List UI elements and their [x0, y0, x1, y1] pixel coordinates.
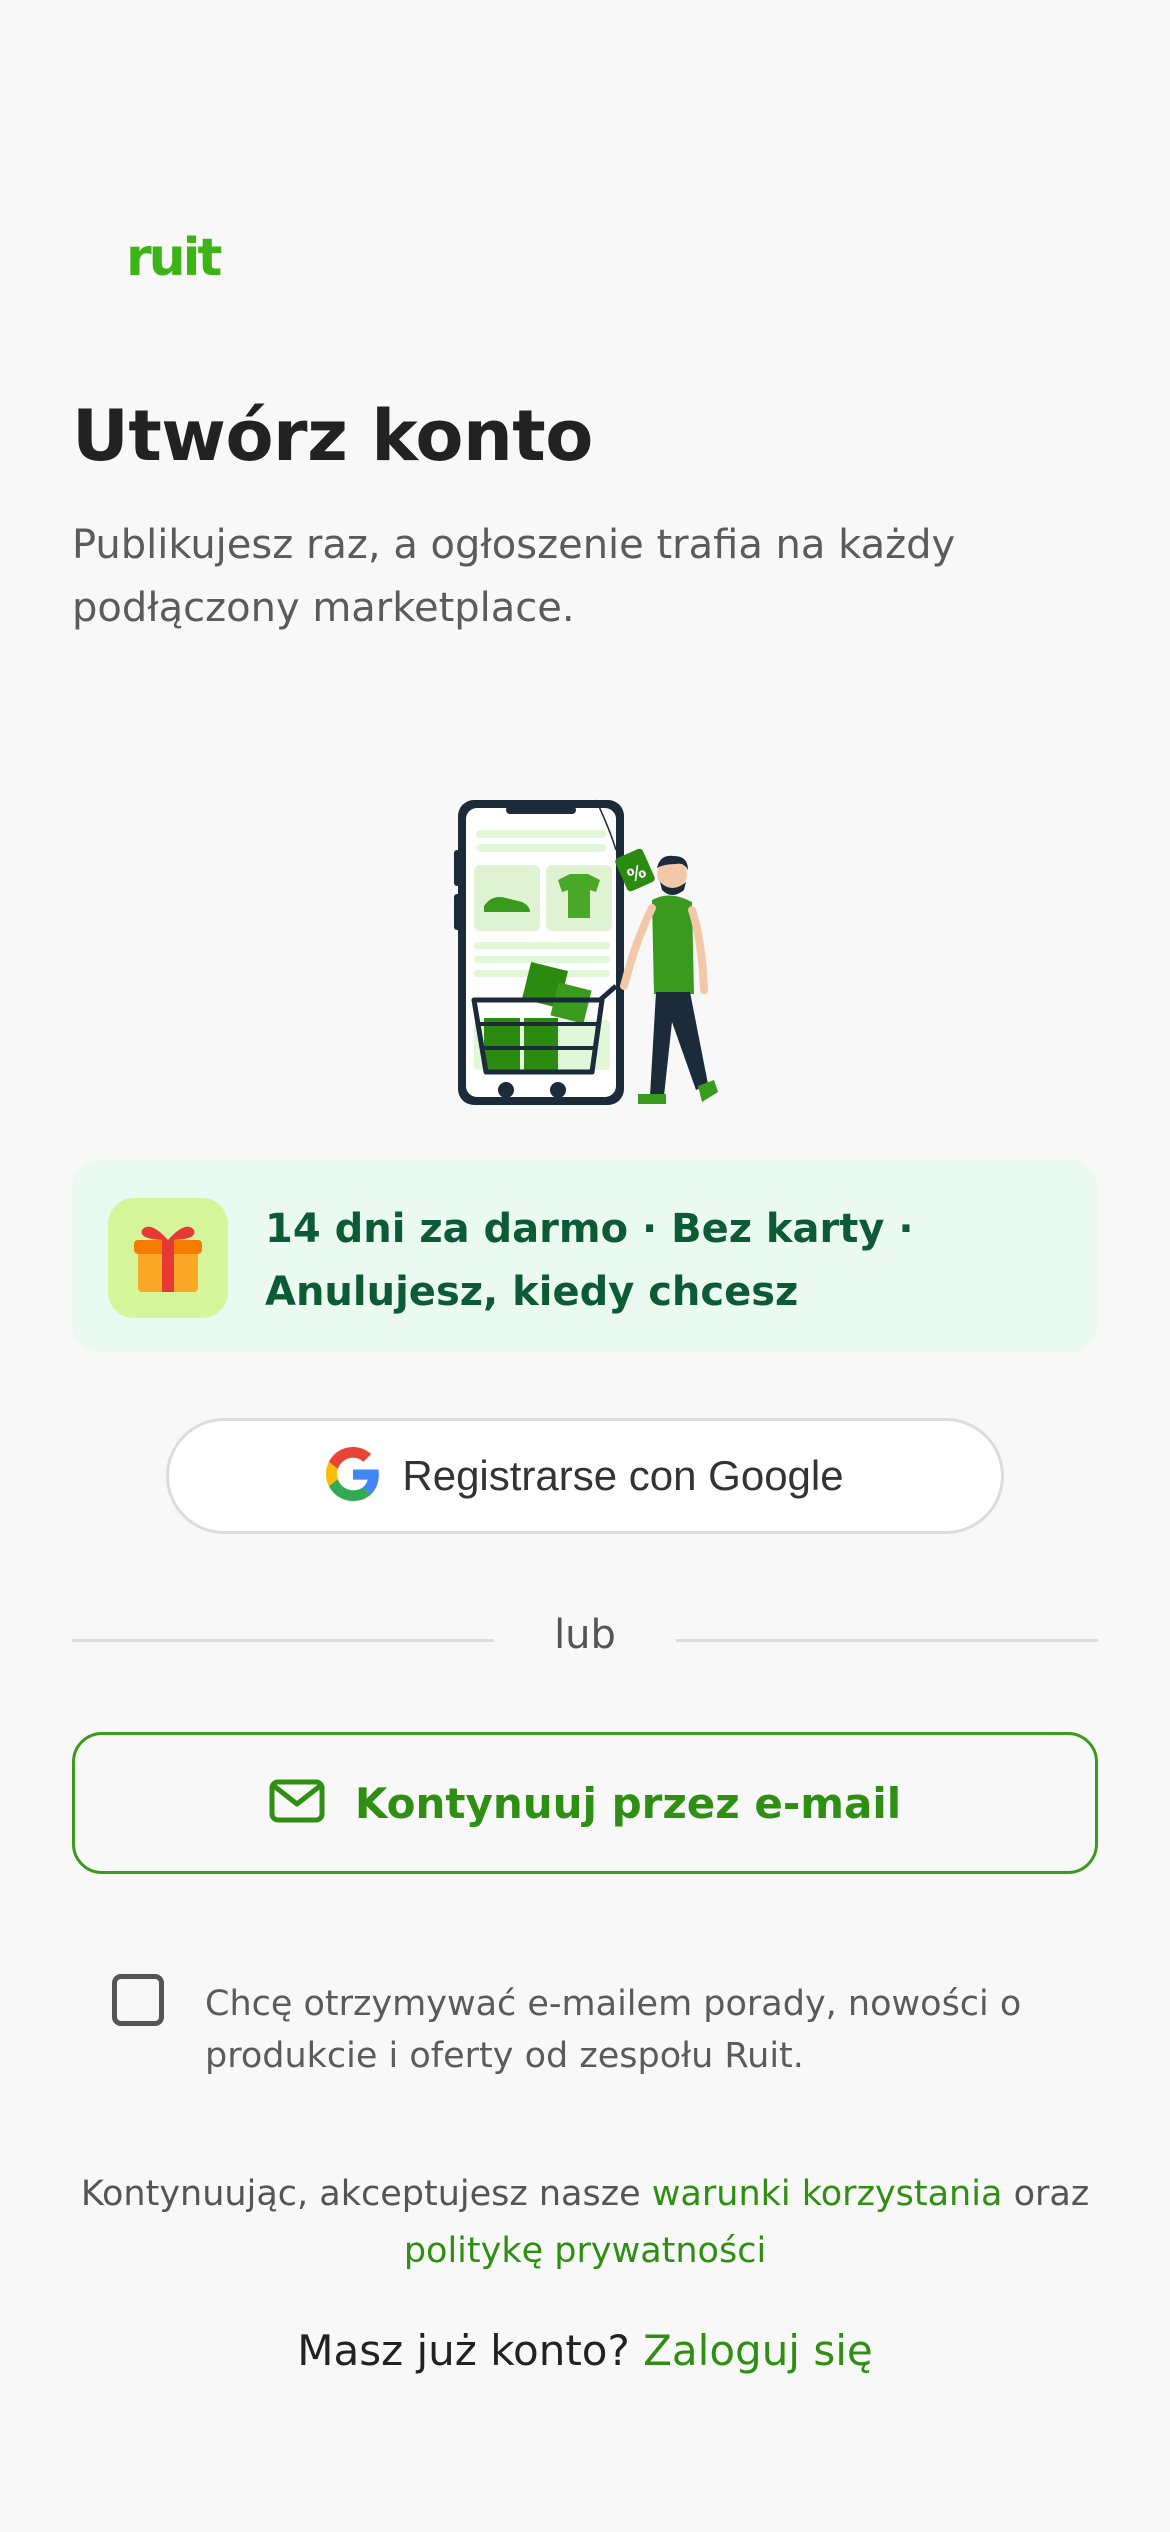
signup-page: ruit Utwórz konto Publikujesz raz, a ogł…	[0, 0, 1170, 2532]
divider-line-right	[676, 1639, 1098, 1642]
login-prompt-row: Masz już konto? Zaloguj się	[60, 2326, 1110, 2375]
newsletter-consent-text: Chcę otrzymywać e-mailem porady, nowości…	[205, 1984, 1022, 2076]
google-signup-label: Registrarse con Google	[402, 1452, 844, 1499]
promo-line-2: Anulujesz, kiedy chcesz	[265, 1269, 799, 1315]
login-prompt: Masz już konto?	[297, 2326, 630, 2375]
legal-conjunction: oraz	[1013, 2174, 1090, 2214]
terms-link[interactable]: warunki korzystania	[652, 2174, 1003, 2214]
login-link[interactable]: Zaloguj się	[643, 2326, 873, 2375]
mail-icon	[269, 1779, 325, 1828]
trial-promo-banner: 14 dni za darmo · Bez karty · Anulujesz,…	[72, 1160, 1098, 1352]
legal-notice: Kontynuując, akceptujesz nasze warunki k…	[60, 2166, 1110, 2280]
newsletter-checkbox[interactable]	[112, 1974, 164, 2026]
divider-line-left	[72, 1639, 494, 1642]
promo-line-1: 14 dni za darmo · Bez karty ·	[265, 1206, 914, 1252]
google-icon	[326, 1446, 380, 1506]
ruit-logo: ruit	[126, 228, 222, 288]
email-continue-button[interactable]: Kontynuuj przez e-mail	[72, 1732, 1098, 1874]
google-signup-button[interactable]: Registrarse con Google	[166, 1418, 1004, 1534]
page-title: Utwórz konto	[72, 395, 593, 477]
page-subtitle: Publikujesz raz, a ogłoszenie trafia na …	[72, 522, 956, 631]
privacy-link[interactable]: politykę prywatności	[404, 2231, 766, 2271]
gift-icon	[108, 1198, 228, 1318]
email-continue-label: Kontynuuj przez e-mail	[354, 1778, 902, 1828]
legal-prefix: Kontynuując, akceptujesz nasze	[80, 2174, 641, 2214]
divider-or-text: lub	[554, 1612, 616, 1658]
shopping-phone-illustration: %	[440, 790, 740, 1120]
